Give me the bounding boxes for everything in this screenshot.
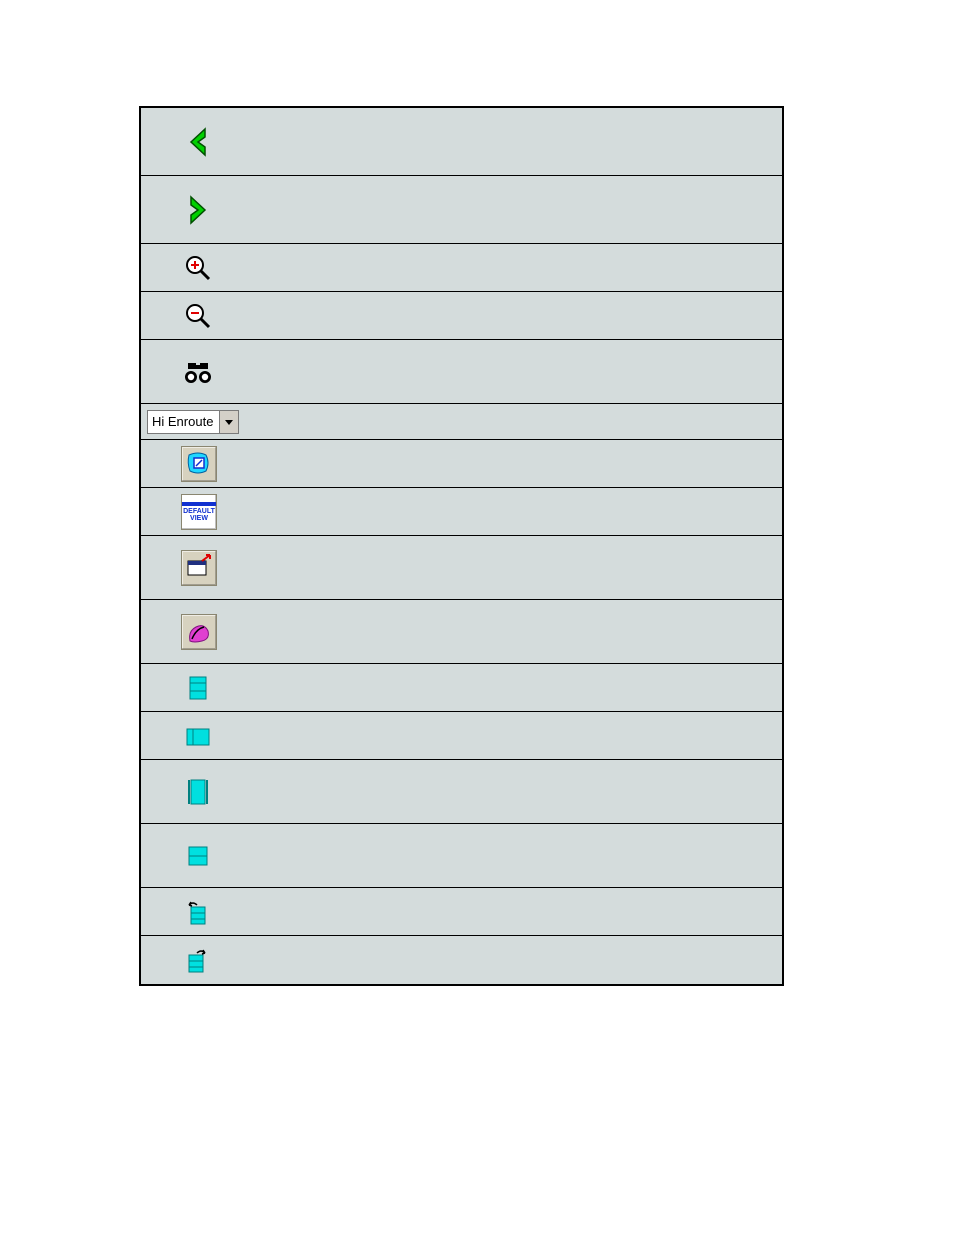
block-vertical-icon <box>186 777 210 807</box>
default-view-icon <box>182 502 216 506</box>
route-tool-button[interactable] <box>181 614 217 650</box>
redo-block-icon <box>183 945 213 975</box>
dropdown-arrow-icon <box>219 411 238 433</box>
row-open-window <box>141 536 782 600</box>
zoom-in-button[interactable] <box>181 251 215 285</box>
default-view-label-top: DEFAULT <box>183 508 215 515</box>
row-forward <box>141 176 782 244</box>
block-top-icon <box>185 673 211 703</box>
row-back <box>141 108 782 176</box>
row-region-map <box>141 440 782 488</box>
block-left-icon <box>183 723 213 749</box>
undo-block-icon <box>183 897 213 927</box>
region-map-button[interactable] <box>181 446 217 482</box>
back-button[interactable] <box>181 125 215 159</box>
row-block-vertical <box>141 760 782 824</box>
row-default-view: DEFAULT VIEW <box>141 488 782 536</box>
open-window-button[interactable] <box>181 550 217 586</box>
binoculars-icon <box>181 355 215 389</box>
zoom-out-button[interactable] <box>181 299 215 333</box>
route-tool-icon <box>184 617 214 647</box>
toolbar-panel: Hi Enroute DEFAULT VIEW <box>139 106 784 986</box>
zoom-out-icon <box>183 301 213 331</box>
row-block-top <box>141 664 782 712</box>
default-view-button[interactable]: DEFAULT VIEW <box>181 494 217 530</box>
row-block-split <box>141 824 782 888</box>
window-popout-icon <box>184 553 214 583</box>
default-view-label-bot: VIEW <box>190 515 208 522</box>
row-redo-block <box>141 936 782 984</box>
chevron-right-icon <box>181 193 215 227</box>
block-left-button[interactable] <box>181 719 215 753</box>
zoom-in-icon <box>183 253 213 283</box>
chart-type-select-value: Hi Enroute <box>152 414 219 429</box>
row-zoom-in <box>141 244 782 292</box>
row-find <box>141 340 782 404</box>
row-block-left <box>141 712 782 760</box>
redo-block-button[interactable] <box>181 943 215 977</box>
block-split-button[interactable] <box>181 839 215 873</box>
row-zoom-out <box>141 292 782 340</box>
map-region-icon <box>184 449 214 479</box>
row-chart-select: Hi Enroute <box>141 404 782 440</box>
forward-button[interactable] <box>181 193 215 227</box>
find-button[interactable] <box>181 355 215 389</box>
undo-block-button[interactable] <box>181 895 215 929</box>
row-route-tool <box>141 600 782 664</box>
block-vertical-button[interactable] <box>181 775 215 809</box>
chevron-left-icon <box>181 125 215 159</box>
block-top-button[interactable] <box>181 671 215 705</box>
block-split-icon <box>185 843 211 869</box>
row-undo-block <box>141 888 782 936</box>
chart-type-select[interactable]: Hi Enroute <box>147 410 239 434</box>
